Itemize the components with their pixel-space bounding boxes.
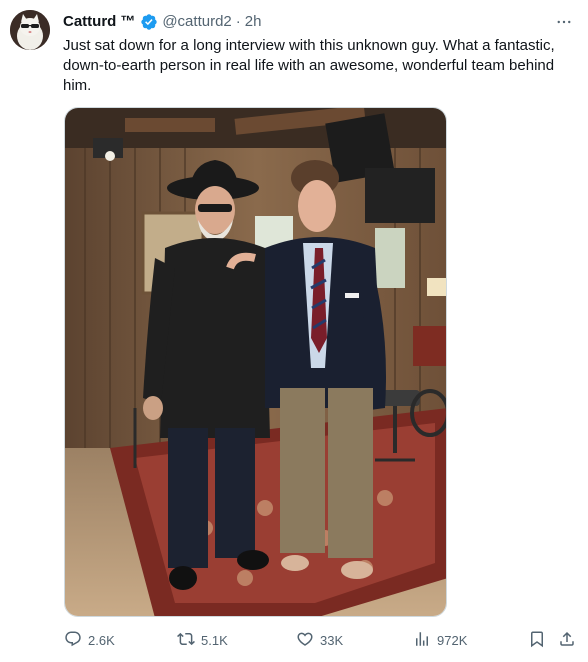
separator-dot: ·: [235, 13, 241, 30]
trademark-symbol: ™: [120, 13, 136, 30]
bookmark-icon: [528, 630, 546, 651]
reply-icon: [64, 630, 82, 651]
verified-badge-icon[interactable]: [140, 13, 158, 31]
reply-count: 2.6K: [88, 632, 115, 648]
views-button[interactable]: 972K: [413, 630, 467, 650]
tweet-timestamp[interactable]: 2h: [245, 12, 262, 32]
retweet-count: 5.1K: [201, 632, 228, 648]
tweet: Catturd ™ @catturd2 · 2h Just sat down f…: [0, 0, 588, 662]
more-icon[interactable]: [554, 12, 574, 32]
views-icon: [413, 630, 431, 651]
retweet-icon: [177, 630, 195, 651]
share-icon: [558, 630, 576, 651]
tweet-actions: 2.6K 5.1K 33K 972K: [64, 630, 576, 650]
reply-button[interactable]: 2.6K: [64, 630, 115, 650]
tweet-text: Just sat down for a long interview with …: [63, 37, 555, 94]
tweet-header: Catturd ™ @catturd2 · 2h: [63, 12, 261, 32]
bookmark-button[interactable]: [528, 630, 546, 650]
retweet-button[interactable]: 5.1K: [177, 630, 228, 650]
views-count: 972K: [437, 632, 468, 648]
tweet-photo[interactable]: [64, 107, 447, 617]
like-icon: [296, 630, 314, 651]
avatar-image: [10, 10, 50, 50]
avatar[interactable]: [10, 10, 50, 50]
author-handle[interactable]: @catturd2: [162, 12, 231, 32]
author-display-name[interactable]: Catturd: [63, 12, 116, 32]
like-button[interactable]: 33K: [296, 630, 343, 650]
like-count: 33K: [320, 632, 344, 648]
photo-image: [65, 108, 446, 616]
share-button[interactable]: [558, 630, 576, 650]
